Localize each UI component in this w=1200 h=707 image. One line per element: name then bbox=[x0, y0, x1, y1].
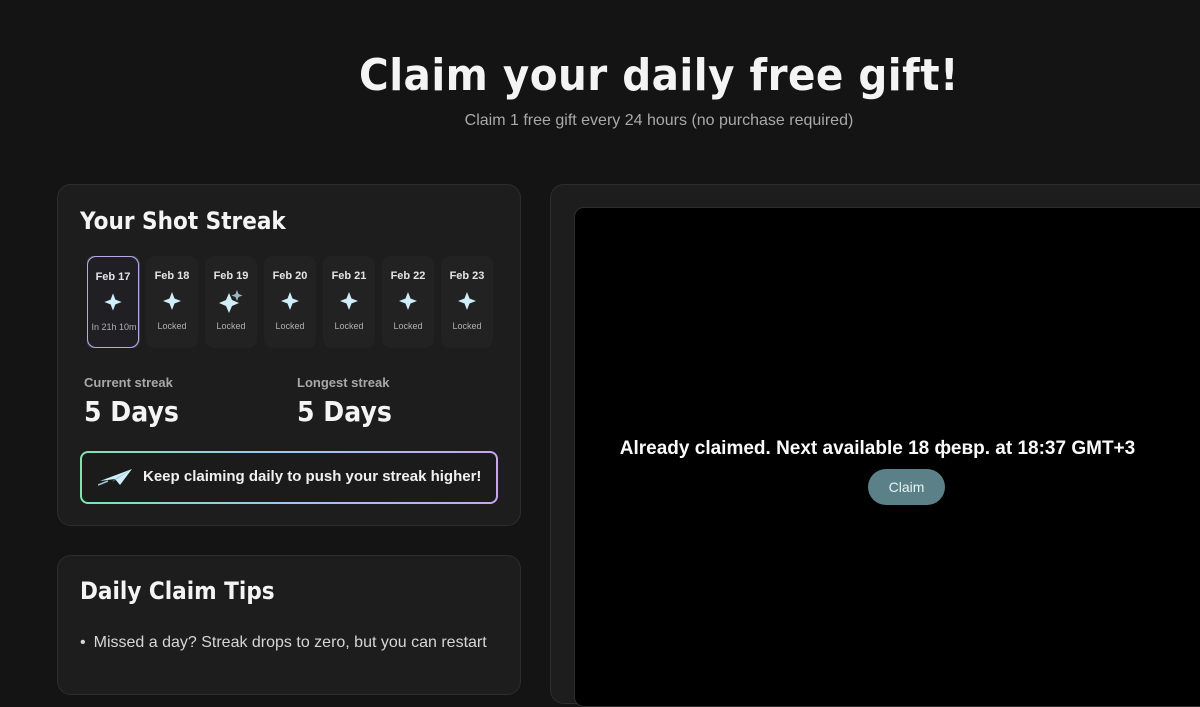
tips-title: Daily Claim Tips bbox=[80, 577, 275, 605]
day-status: Locked bbox=[334, 321, 364, 331]
streak-card: Your Shot Streak Feb 17 In 21h 10m Feb 1… bbox=[57, 184, 521, 526]
day-date: Feb 18 bbox=[154, 270, 190, 282]
streak-day[interactable]: Feb 17 In 21h 10m bbox=[87, 256, 139, 348]
longest-streak-value: 5 Days bbox=[297, 395, 392, 428]
claim-panel: Already claimed. Next available 18 февр.… bbox=[550, 184, 1200, 707]
day-date: Feb 20 bbox=[272, 270, 308, 282]
page-title: Claim your daily free gift! bbox=[359, 50, 959, 101]
paper-plane-icon bbox=[98, 469, 132, 486]
banner-text: Keep claiming daily to push your streak … bbox=[143, 468, 482, 485]
sparkle-icon bbox=[104, 293, 122, 311]
streak-banner: Keep claiming daily to push your streak … bbox=[80, 451, 498, 504]
day-status: Locked bbox=[393, 321, 423, 331]
sparkle-icon bbox=[340, 292, 358, 310]
streak-title: Your Shot Streak bbox=[80, 207, 286, 235]
streak-days-row: Feb 17 In 21h 10m Feb 18 Locked Feb 19 L… bbox=[87, 256, 497, 348]
claim-frame: Already claimed. Next available 18 февр.… bbox=[574, 207, 1200, 707]
day-date: Feb 23 bbox=[449, 270, 485, 282]
day-status: Locked bbox=[157, 321, 187, 331]
streak-day[interactable]: Feb 18 Locked bbox=[146, 256, 198, 348]
day-date: Feb 22 bbox=[390, 270, 426, 282]
longest-streak-label: Longest streak bbox=[297, 375, 390, 390]
streak-day[interactable]: Feb 21 Locked bbox=[323, 256, 375, 348]
day-status: Locked bbox=[452, 321, 482, 331]
streak-day[interactable]: Feb 20 Locked bbox=[264, 256, 316, 348]
sparkle-icon bbox=[399, 292, 417, 310]
day-date: Feb 19 bbox=[213, 270, 249, 282]
day-status: In 21h 10m bbox=[91, 322, 137, 332]
day-date: Feb 17 bbox=[95, 271, 131, 283]
sparkle-icon bbox=[281, 292, 299, 310]
tip-item: Missed a day? Streak drops to zero, but … bbox=[80, 634, 487, 652]
day-status: Locked bbox=[216, 321, 246, 331]
sparkle-icon bbox=[458, 292, 476, 310]
streak-day[interactable]: Feb 19 Locked bbox=[205, 256, 257, 348]
claim-status-message: Already claimed. Next available 18 февр.… bbox=[619, 438, 1136, 459]
double-sparkle-icon bbox=[219, 290, 243, 313]
streak-day[interactable]: Feb 23 Locked bbox=[441, 256, 493, 348]
current-streak-value: 5 Days bbox=[84, 395, 179, 428]
day-date: Feb 21 bbox=[331, 270, 367, 282]
streak-day[interactable]: Feb 22 Locked bbox=[382, 256, 434, 348]
claim-button[interactable]: Claim bbox=[868, 469, 945, 505]
tips-card: Daily Claim Tips Missed a day? Streak dr… bbox=[57, 555, 521, 695]
page-subtitle: Claim 1 free gift every 24 hours (no pur… bbox=[464, 112, 854, 129]
tips-list: Missed a day? Streak drops to zero, but … bbox=[80, 634, 487, 652]
sparkle-icon bbox=[163, 292, 181, 310]
day-status: Locked bbox=[275, 321, 305, 331]
current-streak-label: Current streak bbox=[84, 375, 173, 390]
